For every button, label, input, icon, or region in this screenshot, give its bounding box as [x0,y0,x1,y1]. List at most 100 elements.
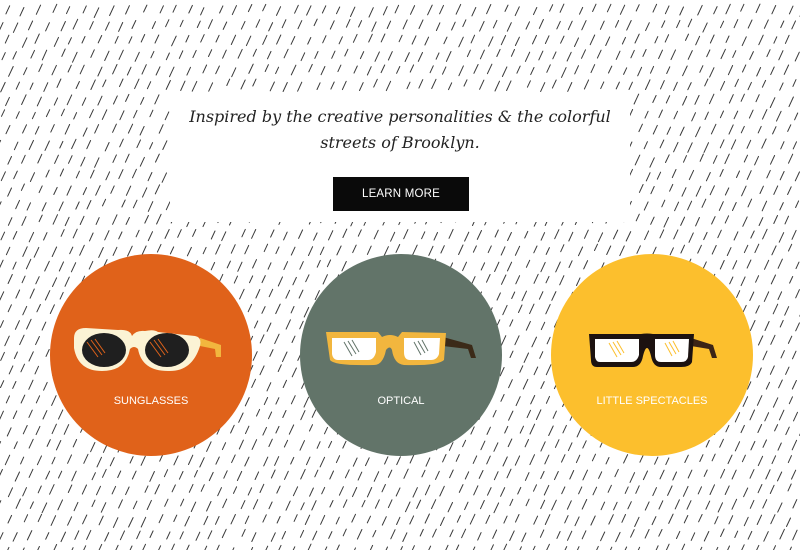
pattern-dash [791,439,798,451]
pattern-dash [356,529,363,540]
pattern-dash [606,3,612,13]
pattern-dash [369,544,374,550]
pattern-dash [502,456,508,467]
pattern-dash [539,351,544,359]
pattern-dash [320,66,326,76]
category-sunglasses[interactable]: SUNGLASSES [50,254,252,456]
pattern-dash [741,185,747,197]
pattern-dash [652,95,657,103]
pattern-dash [82,187,87,196]
pattern-dash [714,516,719,525]
pattern-dash [149,109,154,118]
category-optical[interactable]: OPTICAL [300,254,502,456]
pattern-dash [749,469,755,479]
pattern-dash [22,425,28,435]
pattern-dash [119,110,125,121]
pattern-dash [23,67,28,76]
pattern-dash [20,456,25,465]
pattern-dash [754,155,759,166]
pattern-dash [476,230,482,240]
pattern-dash [158,545,162,550]
pattern-dash [727,454,733,465]
pattern-dash [523,352,529,363]
learn-more-button[interactable]: LEARN MORE [333,177,469,211]
pattern-dash [329,470,334,480]
pattern-dash [545,395,550,404]
pattern-dash [472,455,478,464]
pattern-dash [335,455,341,464]
pattern-dash [67,516,73,526]
pattern-dash [786,517,791,527]
pattern-dash [772,126,777,135]
pattern-dash [395,487,401,497]
pattern-dash [164,111,170,121]
pattern-dash [285,289,291,299]
pattern-dash [146,499,152,510]
pattern-dash [635,485,640,494]
pattern-dash [395,244,401,253]
pattern-dash [359,51,365,60]
pattern-dash [128,36,133,44]
pattern-dash [256,408,261,417]
pattern-dash [381,516,387,526]
pattern-dash [140,34,146,43]
pattern-dash [427,4,433,16]
pattern-dash [508,410,514,421]
pattern-dash [594,243,598,251]
pattern-dash [60,531,66,543]
pattern-dash [270,532,276,542]
pattern-dash [615,20,620,28]
pattern-dash [275,303,281,315]
pattern-dash [104,532,110,542]
pattern-dash [761,200,768,212]
pattern-dash [645,22,650,32]
pattern-dash [134,78,140,90]
pattern-dash [704,111,709,120]
pattern-dash [222,21,228,30]
pattern-dash [549,4,554,12]
pattern-dash [386,20,392,29]
pattern-dash [442,66,447,75]
pattern-dash [0,139,2,143]
pattern-dash [658,500,664,510]
pattern-dash [600,501,606,511]
pattern-dash [566,51,572,62]
pattern-dash [686,500,692,510]
pattern-dash [263,243,269,253]
category-little-spectacles[interactable]: LITTLE SPECTACLES [551,254,753,456]
sunglasses-icon [74,328,221,372]
pattern-dash [605,457,610,465]
pattern-dash [651,516,657,526]
pattern-dash [366,515,371,524]
pattern-dash [626,20,632,31]
pattern-dash [703,142,709,153]
pattern-dash [112,154,117,163]
pattern-dash [179,19,184,28]
pattern-dash [763,19,769,29]
pattern-dash [600,531,606,542]
pattern-dash [117,470,122,478]
pattern-dash [50,124,55,133]
pattern-dash [652,124,658,135]
pattern-dash [387,499,393,509]
pattern-dash [97,35,103,44]
pattern-dash [0,351,5,361]
pattern-dash [494,229,499,238]
pattern-dash [680,216,686,226]
pattern-dash [564,515,569,524]
pattern-dash [101,109,108,120]
pattern-dash [747,530,753,540]
pattern-dash [192,49,197,59]
pattern-dash [664,5,670,15]
pattern-dash [266,322,272,332]
pattern-dash [556,531,561,539]
pattern-dash [251,439,258,450]
pattern-dash [275,397,280,405]
pattern-dash [277,364,282,372]
pattern-dash [480,500,485,510]
pattern-dash [757,125,762,134]
pattern-dash [544,35,550,44]
pattern-dash [503,543,508,550]
pattern-dash [530,67,535,76]
pattern-dash [456,515,461,523]
